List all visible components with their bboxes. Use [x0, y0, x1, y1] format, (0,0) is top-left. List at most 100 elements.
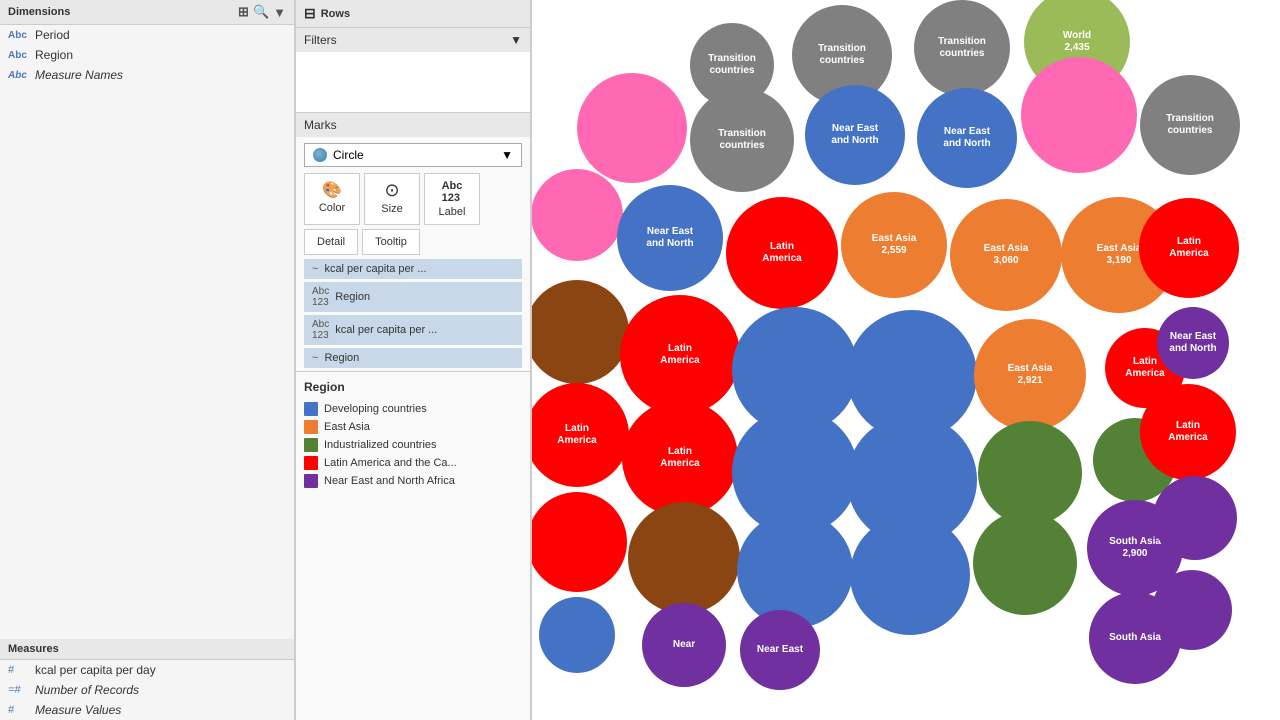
- type-badge-region: Abc: [8, 50, 30, 61]
- field-icon-2: Abc123: [312, 319, 329, 341]
- label-button[interactable]: Abc123 Label: [424, 173, 480, 225]
- marks-field-region-0[interactable]: Abc123 Region: [304, 282, 522, 312]
- bubble-9[interactable]: Transitioncountries: [1140, 75, 1240, 175]
- bubble-17[interactable]: [532, 280, 629, 384]
- field-icon-3: ~: [312, 352, 318, 364]
- measure-values-label: Measure Values: [35, 703, 121, 717]
- region-item-0[interactable]: Developing countries: [304, 400, 522, 418]
- marks-section: Marks Circle ▼ 🎨 Color ⊙ Size Abc123 Lab…: [296, 113, 530, 372]
- region-title: Region: [304, 380, 522, 394]
- chart-area: Transitioncountries Transitioncountries Tr…: [532, 0, 1280, 720]
- dropdown-icon[interactable]: ▼: [273, 5, 286, 20]
- region-color-0: [304, 402, 318, 416]
- marks-buttons: 🎨 Color ⊙ Size Abc123 Label: [304, 173, 522, 225]
- bubble-8[interactable]: [1021, 57, 1137, 173]
- bubble-40[interactable]: Near East: [740, 610, 820, 690]
- bubble-4[interactable]: [577, 73, 687, 183]
- size-label: Size: [381, 203, 402, 215]
- bubble-23[interactable]: Near Eastand North: [1157, 307, 1229, 379]
- bubble-2[interactable]: Transitioncountries: [914, 0, 1010, 96]
- bubble-38[interactable]: [539, 597, 615, 673]
- right-panel: Transitioncountries Transitioncountries Tr…: [532, 0, 1280, 720]
- bubble-42[interactable]: [1152, 570, 1232, 650]
- label-label: Label: [439, 206, 466, 218]
- marks-field-kcal-0[interactable]: ~ kcal per capita per ...: [304, 259, 522, 279]
- bubble-34[interactable]: [850, 515, 970, 635]
- dim-measure-names[interactable]: Abc Measure Names: [0, 65, 294, 85]
- region-label-3: Latin America and the Ca...: [324, 457, 457, 469]
- dim-period-label: Period: [35, 28, 70, 42]
- color-label: Color: [319, 202, 345, 214]
- measure-kcal[interactable]: # kcal per capita per day: [0, 660, 294, 680]
- region-label-4: Near East and North Africa: [324, 475, 455, 487]
- bubble-24[interactable]: LatinAmerica: [532, 383, 629, 487]
- bubble-31[interactable]: [532, 492, 627, 592]
- bubble-12[interactable]: LatinAmerica: [726, 197, 838, 309]
- tooltip-label: Tooltip: [375, 236, 407, 248]
- hash-badge-num-records: =#: [8, 684, 30, 696]
- dim-region-label: Region: [35, 48, 73, 62]
- detail-button[interactable]: Detail: [304, 229, 358, 255]
- region-item-1[interactable]: East Asia: [304, 418, 522, 436]
- dimensions-title: Dimensions: [8, 6, 70, 18]
- field-label-1: Region: [335, 291, 514, 303]
- filters-header[interactable]: Filters ▼: [296, 28, 530, 52]
- bubble-39[interactable]: Near: [642, 603, 726, 687]
- measures-header: Measures: [0, 639, 294, 660]
- grid-icon[interactable]: ⊞: [238, 4, 249, 20]
- type-badge-period: Abc: [8, 30, 30, 41]
- marks-dropdown-arrow: ▼: [501, 148, 513, 162]
- left-panel: Dimensions ⊞ 🔍 ▼ Abc Period Abc Region A…: [0, 0, 295, 720]
- marks-type-dropdown[interactable]: Circle ▼: [304, 143, 522, 167]
- bubble-35[interactable]: [973, 511, 1077, 615]
- bubble-25[interactable]: LatinAmerica: [622, 400, 738, 516]
- size-button[interactable]: ⊙ Size: [364, 173, 420, 225]
- region-item-4[interactable]: Near East and North Africa: [304, 472, 522, 490]
- region-color-3: [304, 456, 318, 470]
- filters-section: Filters ▼: [296, 28, 530, 113]
- region-item-2[interactable]: Industrialized countries: [304, 436, 522, 454]
- measure-num-records[interactable]: =# Number of Records: [0, 680, 294, 700]
- measures-section: Measures # kcal per capita per day =# Nu…: [0, 639, 294, 720]
- bubble-10[interactable]: [532, 169, 623, 261]
- rows-icon: ⊟: [304, 5, 316, 22]
- bubble-5[interactable]: Transitioncountries: [690, 88, 794, 192]
- dim-region[interactable]: Abc Region: [0, 45, 294, 65]
- tooltip-button[interactable]: Tooltip: [362, 229, 420, 255]
- region-item-3[interactable]: Latin America and the Ca...: [304, 454, 522, 472]
- bubble-32[interactable]: [628, 502, 740, 614]
- bubble-28[interactable]: [978, 421, 1082, 525]
- rows-label: Rows: [321, 8, 350, 20]
- region-color-1: [304, 420, 318, 434]
- bubble-16[interactable]: LatinAmerica: [1139, 198, 1239, 298]
- bubble-18[interactable]: LatinAmerica: [620, 295, 740, 415]
- color-icon: 🎨: [322, 180, 342, 200]
- type-badge-measure-names: Abc: [8, 70, 30, 81]
- field-label-3: Region: [324, 352, 514, 364]
- measures-title: Measures: [8, 643, 59, 655]
- bubble-14[interactable]: East Asia3,060: [950, 199, 1062, 311]
- measure-kcal-label: kcal per capita per day: [35, 663, 156, 677]
- circle-icon: [313, 148, 327, 162]
- bubble-6[interactable]: Near Eastand North: [805, 85, 905, 185]
- detail-label: Detail: [317, 236, 345, 248]
- bubble-30[interactable]: LatinAmerica: [1140, 384, 1236, 480]
- marks-header: Marks: [296, 113, 530, 137]
- bubble-11[interactable]: Near Eastand North: [617, 185, 723, 291]
- measure-values[interactable]: # Measure Values: [0, 700, 294, 720]
- field-label-2: kcal per capita per ...: [335, 324, 514, 336]
- bubble-7[interactable]: Near Eastand North: [917, 88, 1017, 188]
- bubble-21[interactable]: East Asia2,921: [974, 319, 1086, 431]
- field-icon-0: ~: [312, 263, 318, 275]
- dim-period[interactable]: Abc Period: [0, 25, 294, 45]
- color-button[interactable]: 🎨 Color: [304, 173, 360, 225]
- measure-num-records-label: Number of Records: [35, 683, 139, 697]
- marks-field-kcal-1[interactable]: Abc123 kcal per capita per ...: [304, 315, 522, 345]
- marks-field-region-1[interactable]: ~ Region: [304, 348, 522, 368]
- bubble-37[interactable]: [1153, 476, 1237, 560]
- bubble-13[interactable]: East Asia2,559: [841, 192, 947, 298]
- region-label-2: Industrialized countries: [324, 439, 437, 451]
- search-icon[interactable]: 🔍: [253, 4, 269, 20]
- label-abc-icon: Abc123: [442, 180, 463, 204]
- bubble-33[interactable]: [737, 512, 853, 628]
